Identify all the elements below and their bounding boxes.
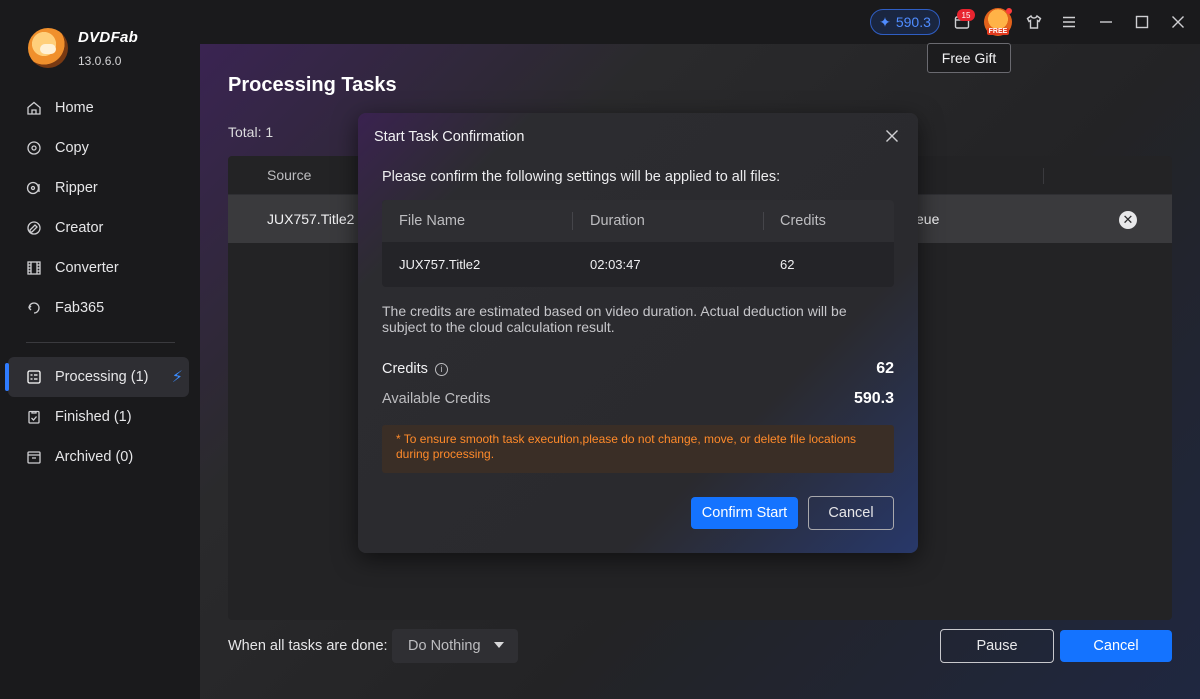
minimize-icon[interactable]: [1096, 12, 1116, 32]
converter-icon: [26, 260, 42, 276]
archived-icon: [26, 449, 42, 465]
cell-file-name: JUX757.Title2: [399, 257, 481, 272]
sidebar-item-archived[interactable]: Archived (0): [8, 437, 189, 477]
sidebar-item-home[interactable]: Home: [8, 88, 189, 128]
confirm-start-button[interactable]: Confirm Start: [691, 497, 798, 529]
home-icon: [26, 100, 42, 116]
dialog-intro: Please confirm the following settings wi…: [382, 169, 781, 185]
sidebar-nav: Home Copy Ripper Creator Converter Fab36…: [5, 88, 189, 477]
column-header-source: Source: [267, 167, 312, 183]
pause-button[interactable]: Pause: [940, 629, 1054, 663]
sidebar-item-finished[interactable]: Finished (1): [8, 397, 189, 437]
table-row: JUX757.Title2 02:03:47 62: [382, 242, 894, 287]
dvdfab-logo-icon: [28, 28, 68, 68]
fab365-icon: [26, 300, 42, 316]
app-version: 13.0.6.0: [78, 53, 122, 68]
cell-duration: 02:03:47: [590, 257, 641, 272]
task-status: eue: [916, 211, 940, 227]
column-divider: [763, 212, 764, 230]
sidebar-item-fab365[interactable]: Fab365: [8, 288, 189, 328]
dialog-file-table: File Name Duration Credits JUX757.Title2…: [382, 200, 894, 287]
page-title: Processing Tasks: [228, 74, 397, 96]
info-icon[interactable]: i: [434, 362, 448, 376]
sidebar-item-label: Converter: [55, 260, 119, 276]
sidebar-item-label: Archived (0): [55, 449, 134, 465]
sidebar-item-label: Ripper: [55, 180, 98, 196]
maximize-icon[interactable]: [1132, 12, 1152, 32]
sidebar-item-creator[interactable]: Creator: [8, 208, 189, 248]
sidebar-item-converter[interactable]: Converter: [8, 248, 189, 288]
gift-dot: [1006, 8, 1012, 14]
cancel-all-button[interactable]: Cancel: [1060, 630, 1172, 662]
menu-icon[interactable]: [1059, 12, 1079, 32]
cell-credits: 62: [780, 257, 795, 272]
column-divider: [572, 212, 573, 230]
sidebar-item-label: Home: [55, 100, 94, 116]
dialog-close-icon[interactable]: [883, 127, 901, 145]
sidebar-item-copy[interactable]: Copy: [8, 128, 189, 168]
sidebar-item-ripper[interactable]: Ripper: [8, 168, 189, 208]
available-credits-label: Available Credits: [382, 391, 491, 407]
credits-label: Credits i: [382, 361, 448, 377]
column-header-credits: Credits: [780, 213, 826, 229]
when-done-label: When all tasks are done:: [228, 638, 388, 654]
top-bar: ✦ 590.3 15 FREE: [200, 0, 1200, 44]
shirt-icon[interactable]: [1024, 12, 1044, 32]
lightning-icon: ⚡︎: [171, 369, 183, 386]
credits-value: 590.3: [895, 14, 931, 30]
total-count: Total: 1: [228, 124, 274, 140]
sidebar-item-label: Copy: [55, 140, 89, 156]
column-divider: [1043, 168, 1044, 184]
sidebar-divider: [26, 342, 175, 343]
sidebar-item-label: Processing (1): [55, 369, 149, 385]
processing-icon: [26, 369, 42, 385]
credits-sparkle-icon: ✦: [879, 13, 891, 30]
remove-task-icon[interactable]: ✕: [1119, 211, 1137, 229]
column-header-file-name: File Name: [399, 213, 466, 229]
brand: DVDFab 13.0.6.0: [28, 28, 138, 68]
dialog-title: Start Task Confirmation: [374, 129, 525, 145]
credits-pill[interactable]: ✦ 590.3: [870, 9, 940, 35]
ripper-icon: [26, 180, 42, 196]
dialog-table-header: File Name Duration Credits: [382, 200, 894, 242]
creator-icon: [26, 220, 42, 236]
sidebar-item-label: Finished (1): [55, 409, 132, 425]
credits-label-text: Credits: [382, 361, 428, 377]
gift-free-label: FREE: [986, 28, 1010, 35]
task-source: JUX757.Title2: [267, 211, 355, 227]
copy-icon: [26, 140, 42, 156]
available-credits-value: 590.3: [853, 390, 894, 407]
dialog-cancel-button[interactable]: Cancel: [808, 496, 894, 530]
close-icon[interactable]: [1168, 12, 1188, 32]
warning-message: * To ensure smooth task execution,please…: [382, 425, 894, 473]
finished-icon: [26, 409, 42, 425]
column-header-duration: Duration: [590, 213, 645, 229]
sidebar-item-label: Fab365: [55, 300, 105, 316]
sidebar: DVDFab 13.0.6.0 Home Copy Ripper Creator…: [0, 0, 200, 699]
credits-value: 62: [876, 360, 894, 377]
free-gift-tooltip: Free Gift: [927, 43, 1011, 73]
app-name: DVDFab: [78, 28, 139, 46]
when-done-dropdown[interactable]: Do Nothing: [392, 629, 518, 663]
sidebar-item-label: Creator: [55, 220, 104, 236]
when-done-value: Do Nothing: [408, 638, 481, 654]
caret-down-icon: [494, 642, 504, 648]
notification-badge: 15: [957, 9, 975, 21]
credits-note: The credits are estimated based on video…: [382, 303, 847, 335]
start-task-dialog: Start Task Confirmation Please confirm t…: [358, 113, 918, 553]
sidebar-item-processing[interactable]: Processing (1) ⚡︎: [5, 357, 189, 397]
